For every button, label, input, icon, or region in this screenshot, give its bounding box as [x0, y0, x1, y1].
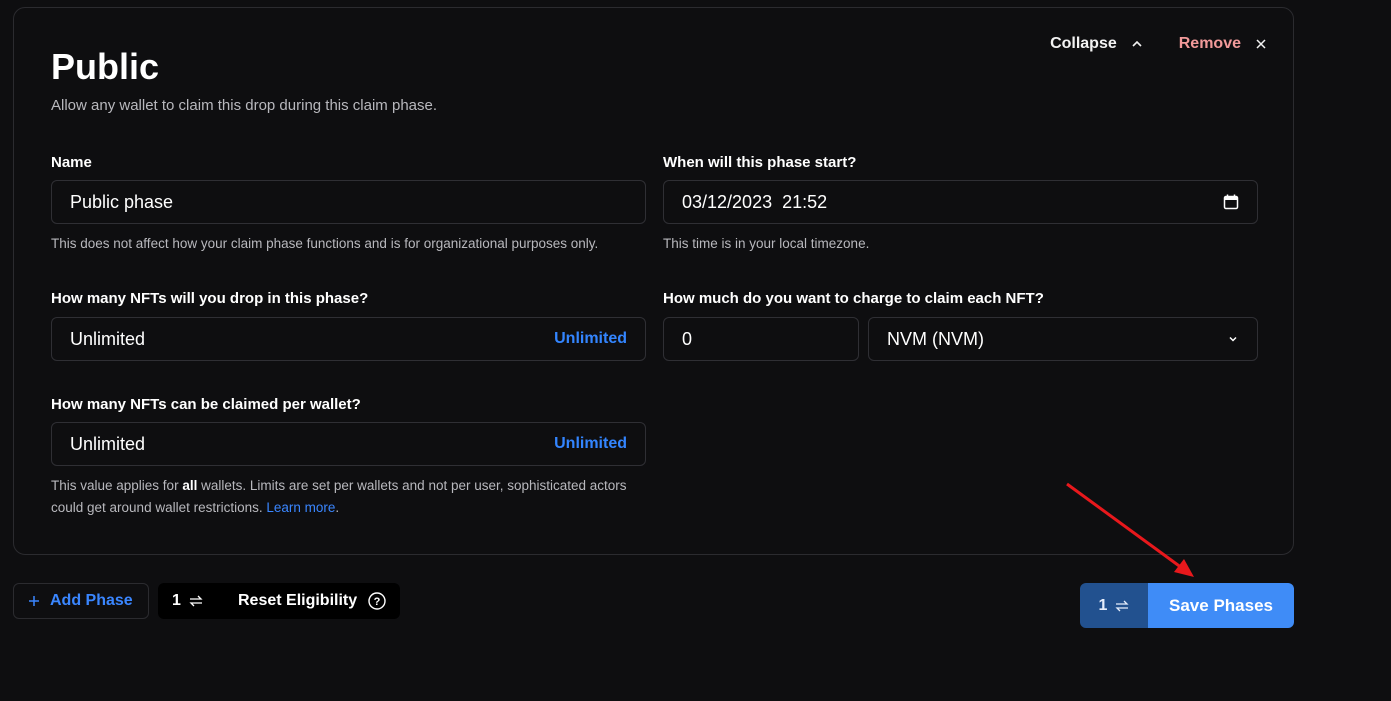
- close-icon: [1256, 39, 1266, 49]
- per-wallet-input[interactable]: Unlimited Unlimited: [51, 422, 646, 466]
- remove-label: Remove: [1178, 35, 1241, 52]
- phase-subtitle: Allow any wallet to claim this drop duri…: [51, 97, 438, 114]
- claim-phase-card: Collapse Remove Public Allow any wallet …: [13, 7, 1294, 555]
- collapse-button[interactable]: Collapse: [1050, 35, 1143, 53]
- currency-value: NVM (NVM): [887, 328, 984, 349]
- start-help: This time is in your local timezone.: [663, 236, 870, 251]
- per-wallet-help: This value applies for all wallets. Limi…: [51, 475, 641, 519]
- price-amount-value: 0: [682, 328, 693, 349]
- per-wallet-label: How many NFTs can be claimed per wallet?: [51, 396, 361, 413]
- help-circle-icon[interactable]: ?: [368, 592, 386, 610]
- add-phase-label: Add Phase: [50, 592, 133, 609]
- swap-icon: [189, 595, 203, 607]
- card-actions: Collapse Remove: [1050, 35, 1267, 53]
- save-phases-label: Save Phases: [1148, 583, 1294, 628]
- chevron-up-icon: [1132, 40, 1142, 47]
- name-value: Public phase: [70, 191, 174, 212]
- save-phases-button[interactable]: 1 Save Phases: [1080, 583, 1294, 628]
- add-phase-button[interactable]: Add Phase: [13, 583, 149, 619]
- name-help: This does not affect how your claim phas…: [51, 236, 599, 251]
- name-input[interactable]: Public phase: [51, 180, 646, 224]
- save-count: 1: [1080, 583, 1148, 628]
- reset-count: 1: [172, 592, 238, 610]
- drop-count-value: Unlimited: [70, 328, 146, 349]
- currency-select[interactable]: NVM (NVM): [868, 317, 1258, 361]
- save-count-value: 1: [1098, 596, 1108, 614]
- reset-eligibility-button[interactable]: 1 Reset Eligibility ?: [158, 583, 400, 619]
- per-wallet-help-end: .: [335, 500, 340, 515]
- per-wallet-help-bold: all: [182, 478, 198, 493]
- plus-icon: [29, 596, 39, 606]
- start-datetime-input[interactable]: 03/12/2023 21:52: [663, 180, 1258, 224]
- start-label: When will this phase start?: [663, 154, 857, 171]
- remove-button[interactable]: Remove: [1179, 35, 1267, 53]
- price-amount-input[interactable]: 0: [663, 317, 859, 361]
- per-wallet-unlimited-button[interactable]: Unlimited: [554, 435, 627, 453]
- svg-text:?: ?: [374, 596, 381, 608]
- learn-more-link[interactable]: Learn more: [266, 500, 335, 515]
- reset-eligibility-label: Reset Eligibility: [238, 592, 358, 609]
- price-label: How much do you want to charge to claim …: [663, 290, 1044, 307]
- per-wallet-help-text: This value applies for: [51, 478, 183, 493]
- drop-count-input[interactable]: Unlimited Unlimited: [51, 317, 646, 361]
- name-label: Name: [51, 154, 92, 171]
- start-value: 03/12/2023 21:52: [682, 191, 828, 212]
- drop-count-unlimited-button[interactable]: Unlimited: [554, 330, 627, 348]
- drop-count-label: How many NFTs will you drop in this phas…: [51, 290, 369, 307]
- reset-count-value: 1: [172, 592, 181, 609]
- calendar-icon[interactable]: [1223, 194, 1239, 210]
- per-wallet-value: Unlimited: [70, 433, 146, 454]
- swap-icon: [1115, 600, 1130, 611]
- phase-title: Public: [51, 46, 160, 87]
- chevron-down-icon: [1229, 336, 1237, 342]
- collapse-label: Collapse: [1050, 35, 1117, 52]
